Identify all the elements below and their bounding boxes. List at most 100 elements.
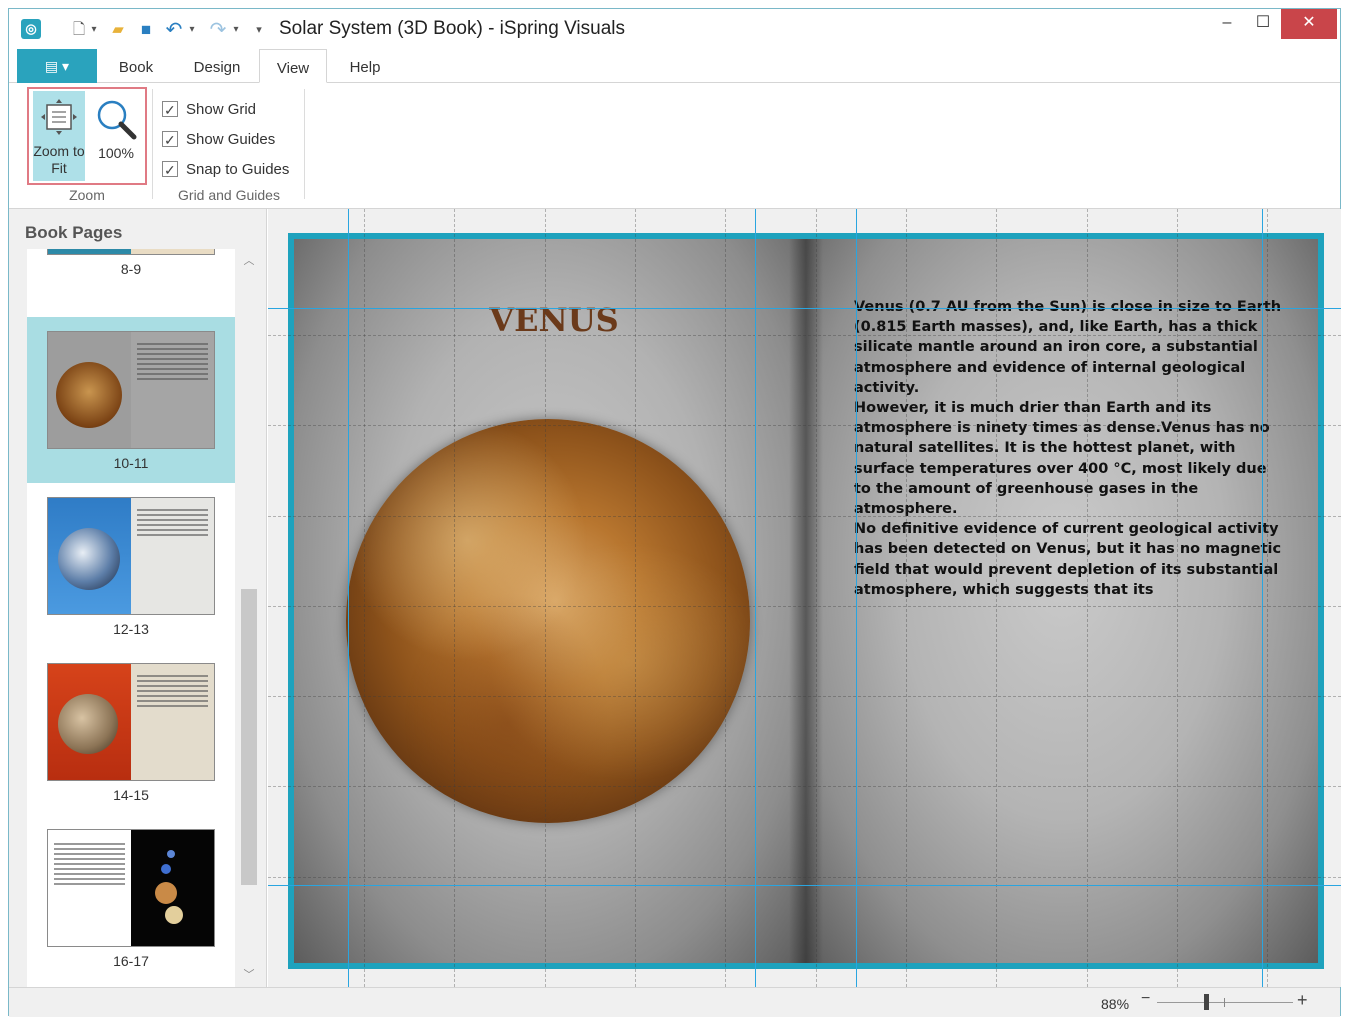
zoom-slider-tick	[1224, 998, 1225, 1007]
zoom-to-fit-button[interactable]: Zoom to Fit	[33, 91, 85, 181]
show-guides-label: Show Guides	[186, 131, 276, 148]
guide-line[interactable]	[348, 209, 349, 987]
zoom-to-fit-icon	[41, 99, 77, 135]
grid-line	[364, 209, 365, 987]
magnifier-icon	[97, 100, 137, 140]
redo-dropdown-icon[interactable]: ▾	[231, 20, 241, 40]
zoom-to-fit-label: Zoom to Fit	[33, 143, 85, 176]
maximize-button[interactable]: ☐	[1241, 9, 1285, 39]
guide-line[interactable]	[1262, 209, 1263, 987]
guide-line[interactable]	[755, 209, 756, 987]
status-bar: 88% − +	[9, 987, 1340, 1017]
page-label: 16-17	[113, 953, 149, 969]
zoom-percentage: 88%	[1101, 996, 1130, 1012]
grid-line	[996, 209, 997, 987]
book-spread[interactable]: VENUS Venus (0.7 AU from the Sun) is clo…	[288, 233, 1324, 969]
grid-line	[1087, 209, 1088, 987]
zoom-100-label: 100%	[98, 145, 134, 161]
grid-line	[268, 606, 1341, 607]
undo-dropdown-icon[interactable]: ▾	[187, 20, 197, 40]
zoom-100-button[interactable]: 100%	[89, 91, 143, 181]
show-grid-checkbox[interactable]: Show Grid	[162, 99, 256, 121]
page-thumb-12-13[interactable]: 12-13	[27, 483, 235, 649]
tab-book[interactable]: Book	[107, 49, 165, 83]
undo-icon[interactable]: ↶	[163, 20, 185, 40]
new-dropdown-icon[interactable]: ▾	[89, 20, 99, 40]
thumbnail-image	[47, 663, 215, 781]
page-label: 12-13	[113, 621, 149, 637]
grid-line	[1267, 209, 1268, 987]
app-window: ◎ 🗋 ▾ ▰ ■ ↶ ▾ ↷ ▾ ▾ Solar System (3D Boo…	[8, 8, 1341, 1017]
grid-line	[725, 209, 726, 987]
checkbox-checked-icon	[162, 159, 178, 181]
open-folder-icon[interactable]: ▰	[107, 20, 129, 40]
pages-scrollbar[interactable]: ︿ ﹀	[239, 249, 259, 987]
grid-line	[454, 209, 455, 987]
venus-heading[interactable]: VENUS	[464, 301, 644, 339]
ribbon-view-panel: Zoom to Fit 100% Zoom Show Grid Show Gui…	[9, 83, 1340, 209]
scrollbar-thumb[interactable]	[241, 589, 257, 885]
tab-help[interactable]: Help	[337, 49, 393, 83]
ribbon-separator	[152, 89, 153, 199]
grid-line	[816, 209, 817, 987]
grid-line	[545, 209, 546, 987]
file-menu-button[interactable]: ▤ ▾	[17, 49, 97, 83]
grid-line	[635, 209, 636, 987]
page-thumb-14-15[interactable]: 14-15	[27, 649, 235, 815]
thumbnail-image	[47, 249, 215, 255]
ribbon-separator	[304, 89, 305, 199]
venus-description-text[interactable]: Venus (0.7 AU from the Sun) is close in …	[854, 297, 1284, 600]
scroll-up-icon[interactable]: ︿	[239, 251, 259, 271]
show-grid-label: Show Grid	[186, 101, 257, 118]
scroll-down-icon[interactable]: ﹀	[239, 965, 259, 985]
save-icon[interactable]: ■	[135, 20, 157, 40]
zoom-in-button[interactable]: +	[1297, 990, 1308, 1011]
snap-to-guides-label: Snap to Guides	[186, 161, 290, 178]
zoom-out-button[interactable]: −	[1141, 990, 1150, 1008]
book-pages-title: Book Pages	[25, 223, 123, 242]
left-page[interactable]: VENUS	[294, 239, 806, 963]
guide-line[interactable]	[268, 308, 1341, 309]
ribbon-tabs: ▤ ▾ Book Design View Help	[9, 49, 1340, 83]
snap-to-guides-checkbox[interactable]: Snap to Guides	[162, 159, 289, 181]
redo-icon[interactable]: ↷	[207, 20, 229, 40]
page-label: 10-11	[113, 455, 149, 471]
customize-toolbar-icon[interactable]: ▾	[253, 20, 265, 40]
thumbnail-image	[47, 331, 215, 449]
guide-line[interactable]	[856, 209, 857, 987]
planet-texture	[346, 419, 750, 823]
tab-design[interactable]: Design	[179, 49, 255, 83]
checkbox-checked-icon	[162, 99, 178, 121]
tab-view[interactable]: View	[259, 49, 327, 83]
close-button[interactable]: ✕	[1281, 9, 1337, 39]
show-guides-checkbox[interactable]: Show Guides	[162, 129, 275, 151]
page-thumb-10-11[interactable]: 10-11	[27, 317, 235, 483]
zoom-slider-handle[interactable]	[1204, 994, 1209, 1010]
page-label: 8-9	[120, 261, 142, 277]
title-bar: ◎ 🗋 ▾ ▰ ■ ↶ ▾ ↷ ▾ ▾ Solar System (3D Boo…	[9, 9, 1340, 49]
grid-line	[906, 209, 907, 987]
book-spine	[789, 239, 823, 963]
zoom-group-label: Zoom	[69, 187, 105, 203]
grid-line	[268, 877, 1341, 878]
grid-group-label: Grid and Guides	[178, 187, 280, 203]
new-file-icon[interactable]: 🗋	[69, 20, 89, 40]
grid-line	[268, 786, 1341, 787]
zoom-group-highlight: Zoom to Fit 100%	[27, 87, 147, 185]
page-thumb-8-9[interactable]: 8-9	[27, 249, 235, 289]
grid-line	[1177, 209, 1178, 987]
thumbnail-image	[47, 497, 215, 615]
window-title: Solar System (3D Book) - iSpring Visuals	[279, 18, 625, 39]
grid-line	[268, 696, 1341, 697]
venus-planet-image[interactable]	[346, 419, 750, 823]
grid-line	[268, 516, 1341, 517]
grid-line	[268, 425, 1341, 426]
pages-list[interactable]: 8-9 10-11 12-13 14-15 16-17	[27, 249, 235, 987]
thumbnail-image	[47, 829, 215, 947]
checkbox-checked-icon	[162, 129, 178, 151]
ispring-app-icon[interactable]: ◎	[21, 19, 41, 39]
page-thumb-16-17[interactable]: 16-17	[27, 815, 235, 981]
zoom-slider[interactable]	[1157, 1002, 1293, 1003]
guide-line[interactable]	[268, 885, 1341, 886]
book-canvas[interactable]: VENUS Venus (0.7 AU from the Sun) is clo…	[268, 209, 1341, 987]
